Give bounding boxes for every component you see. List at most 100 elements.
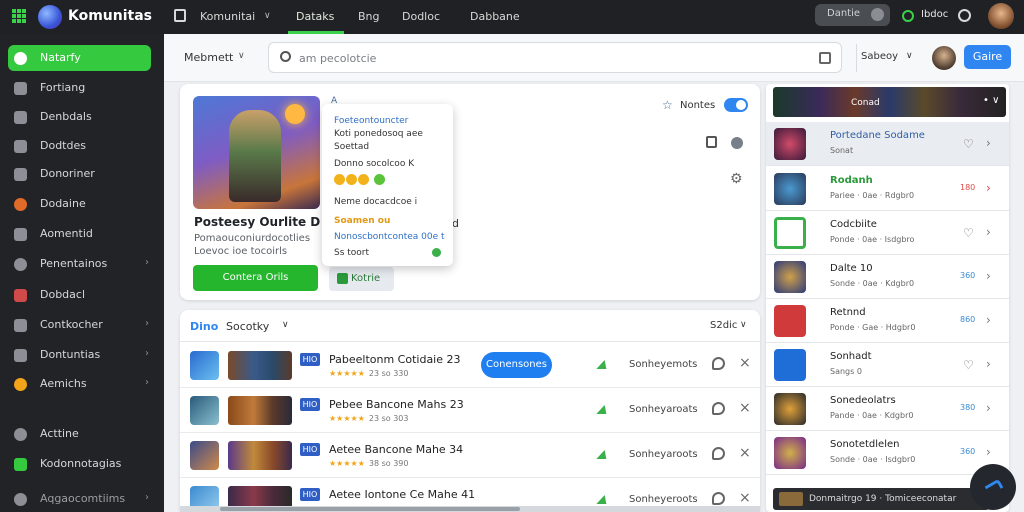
app-grid-icon[interactable] bbox=[12, 9, 26, 23]
tab-dataks[interactable]: Dataks bbox=[296, 10, 334, 23]
banner-controls[interactable]: • ∨ bbox=[983, 95, 999, 106]
list-view-label[interactable]: S2dic bbox=[710, 320, 737, 331]
chevron-down-icon[interactable]: ∨ bbox=[282, 320, 289, 330]
search-input[interactable] bbox=[299, 49, 779, 67]
sidebar-item-label: Acttine bbox=[40, 427, 79, 440]
table-row[interactable]: HIO Aetee Bancone Mahe 34 ★★★★★ 38 so 390… bbox=[180, 433, 760, 478]
list-item[interactable]: Sonotetdlelen Sonde · 0ae · Isdgbr0 360 … bbox=[766, 431, 1009, 475]
featured-cta-button[interactable]: Contera Orils bbox=[193, 265, 318, 291]
tab-komunitai[interactable]: Komunitai bbox=[200, 10, 255, 23]
close-icon[interactable]: × bbox=[739, 490, 751, 506]
list-header: Dino Socotky ∨ S2dic ∨ bbox=[180, 310, 760, 342]
heart-icon[interactable]: ♡ bbox=[963, 226, 974, 240]
list-item[interactable]: Sonhadt Sangs 0 ♡ › bbox=[766, 343, 1009, 387]
chevron-right-icon[interactable]: › bbox=[986, 181, 991, 195]
sidebar-item-dobdacl[interactable]: Dobdacl bbox=[8, 282, 151, 308]
close-icon[interactable]: × bbox=[739, 355, 751, 371]
comment-icon[interactable] bbox=[712, 357, 725, 370]
list-item[interactable]: Retnnd Ponde · Gae · Hdgbr0 860 › bbox=[766, 299, 1009, 343]
featured-banner[interactable]: Conad • ∨ bbox=[773, 87, 1006, 117]
sidebar-item-aqgaocomtiims[interactable]: Aqgaocomtiims › bbox=[8, 486, 151, 512]
item-title: Retnnd bbox=[830, 307, 866, 318]
close-icon[interactable]: × bbox=[739, 445, 751, 461]
chevron-down-icon[interactable]: ∨ bbox=[264, 11, 271, 21]
sidebar-item-penentainos[interactable]: Penentainos › bbox=[8, 251, 151, 277]
list-item[interactable]: Dalte 10 Sonde · 0ae · Kdgbr0 360 › bbox=[766, 255, 1009, 299]
sidebar-item-dodaine[interactable]: Dodaine bbox=[8, 191, 151, 217]
game-icon bbox=[774, 349, 806, 381]
clock-icon[interactable] bbox=[958, 9, 971, 22]
primary-button[interactable]: Gaire bbox=[964, 45, 1011, 69]
comment-icon[interactable] bbox=[712, 492, 725, 505]
app-logo[interactable] bbox=[38, 5, 62, 29]
chevron-down-icon[interactable]: ∨ bbox=[906, 51, 913, 61]
tab-dabbane[interactable]: Dabbane bbox=[470, 10, 520, 23]
floating-action-button[interactable] bbox=[970, 464, 1016, 510]
sidebar-item-contkocher[interactable]: Contkocher › bbox=[8, 312, 151, 338]
sort-label[interactable]: Sabeoy bbox=[861, 51, 898, 62]
sidebar-item-aemichs[interactable]: Aemichs › bbox=[8, 371, 151, 397]
avatar[interactable] bbox=[932, 46, 956, 70]
heart-icon[interactable]: ♡ bbox=[963, 358, 974, 372]
chevron-right-icon[interactable]: › bbox=[986, 313, 991, 327]
list-item[interactable]: Codcbiite Ponde · 0ae · Isdgbro ♡ › bbox=[766, 211, 1009, 255]
featured-subtitle: Pomaouconiurdocotlies bbox=[194, 233, 311, 244]
featured-game-image[interactable] bbox=[193, 96, 320, 209]
list-filter-tab[interactable]: Dino bbox=[190, 320, 218, 333]
close-icon[interactable]: × bbox=[739, 400, 751, 416]
sidebar-item-label: Kodonnotagias bbox=[40, 457, 122, 470]
chevron-right-icon[interactable]: › bbox=[986, 401, 991, 415]
sidebar-item-label: Aomentid bbox=[40, 227, 93, 240]
sidebar-item-acttine[interactable]: Acttine bbox=[8, 421, 151, 447]
comment-icon[interactable] bbox=[712, 402, 725, 415]
sidebar-item-kodonnotagias[interactable]: Kodonnotagias bbox=[8, 451, 151, 477]
featured-secondary-button[interactable]: Kotrie bbox=[329, 267, 394, 291]
notes-toggle[interactable] bbox=[724, 98, 748, 112]
game-action-button[interactable]: Conensones bbox=[481, 352, 552, 378]
tab-bng[interactable]: Bng bbox=[358, 10, 380, 23]
tab-dodloc[interactable]: Dodloc bbox=[402, 10, 440, 23]
sidebar-item-dodtdes[interactable]: Dodtdes bbox=[8, 133, 151, 159]
top-search-box[interactable]: Dantie bbox=[815, 4, 890, 26]
sidebar-item-fortiang[interactable]: Fortiang bbox=[8, 75, 151, 101]
list-item[interactable]: Sonedeolatrs Pande · 0ae · Kdgbr0 380 › bbox=[766, 387, 1009, 431]
smile-icon bbox=[14, 377, 27, 391]
bookmark-icon[interactable] bbox=[706, 136, 717, 148]
item-subtitle: Sonde · 0ae · Isdgbr0 bbox=[830, 455, 916, 464]
sidebar-item-aomentid[interactable]: Aomentid bbox=[8, 221, 151, 247]
gear-icon[interactable]: ⚙ bbox=[730, 171, 743, 187]
gamepad-icon bbox=[14, 288, 27, 302]
sidebar-item-denbdals[interactable]: Denbdals bbox=[8, 104, 151, 130]
game-rating: ★★★★★ 23 so 330 bbox=[329, 369, 409, 378]
sidebar: Natarfy Fortiang Denbdals Dodtdes Donori… bbox=[0, 34, 164, 512]
chevron-right-icon[interactable]: › bbox=[986, 269, 991, 283]
chevron-right-icon[interactable]: › bbox=[986, 136, 991, 150]
table-row[interactable]: HIO Pebee Bancone Mahs 23 ★★★★★ 23 so 303… bbox=[180, 388, 760, 433]
right-panel-footer[interactable]: Donmaitrgo 19 · Tomiceeconatar bbox=[773, 488, 989, 510]
record-icon[interactable] bbox=[731, 137, 743, 149]
chevron-right-icon[interactable]: › bbox=[986, 357, 991, 371]
table-row[interactable]: HIO Pabeeltonm Cotidaie 23 ★★★★★ 23 so 33… bbox=[180, 343, 760, 388]
list-item[interactable]: Portedane Sodame Sonat ♡ › bbox=[766, 122, 1009, 166]
list-sort-label[interactable]: Socotky bbox=[226, 320, 269, 333]
breadcrumb[interactable]: Mebmett bbox=[184, 51, 233, 64]
chevron-down-icon[interactable]: ∨ bbox=[740, 320, 747, 330]
image-search-icon[interactable] bbox=[819, 52, 831, 64]
bag-icon[interactable] bbox=[174, 9, 186, 22]
chevron-right-icon[interactable]: › bbox=[986, 445, 991, 459]
user-avatar[interactable] bbox=[988, 3, 1014, 29]
game-meta: Sonheyaroots bbox=[629, 449, 698, 460]
sidebar-item-donoriner[interactable]: Donoriner bbox=[8, 161, 151, 187]
sidebar-item-natarfy[interactable]: Natarfy bbox=[8, 45, 151, 71]
horizontal-scrollbar[interactable] bbox=[180, 506, 760, 512]
sidebar-item-dontuntias[interactable]: Dontuntias › bbox=[8, 342, 151, 368]
chevron-right-icon[interactable]: › bbox=[986, 225, 991, 239]
chevron-down-icon[interactable]: ∨ bbox=[238, 51, 245, 61]
comment-icon[interactable] bbox=[712, 447, 725, 460]
reaction-icons[interactable] bbox=[334, 174, 385, 185]
list-item[interactable]: Rodanh Pariee · 0ae · Rdgbr0 180 › bbox=[766, 167, 1009, 211]
top-user-label[interactable]: Ibdoc bbox=[921, 9, 948, 20]
popover-link[interactable]: Nonoscbontcontea 00e t bbox=[334, 232, 445, 242]
game-tag: HIO bbox=[300, 443, 320, 456]
heart-icon[interactable]: ♡ bbox=[963, 137, 974, 151]
